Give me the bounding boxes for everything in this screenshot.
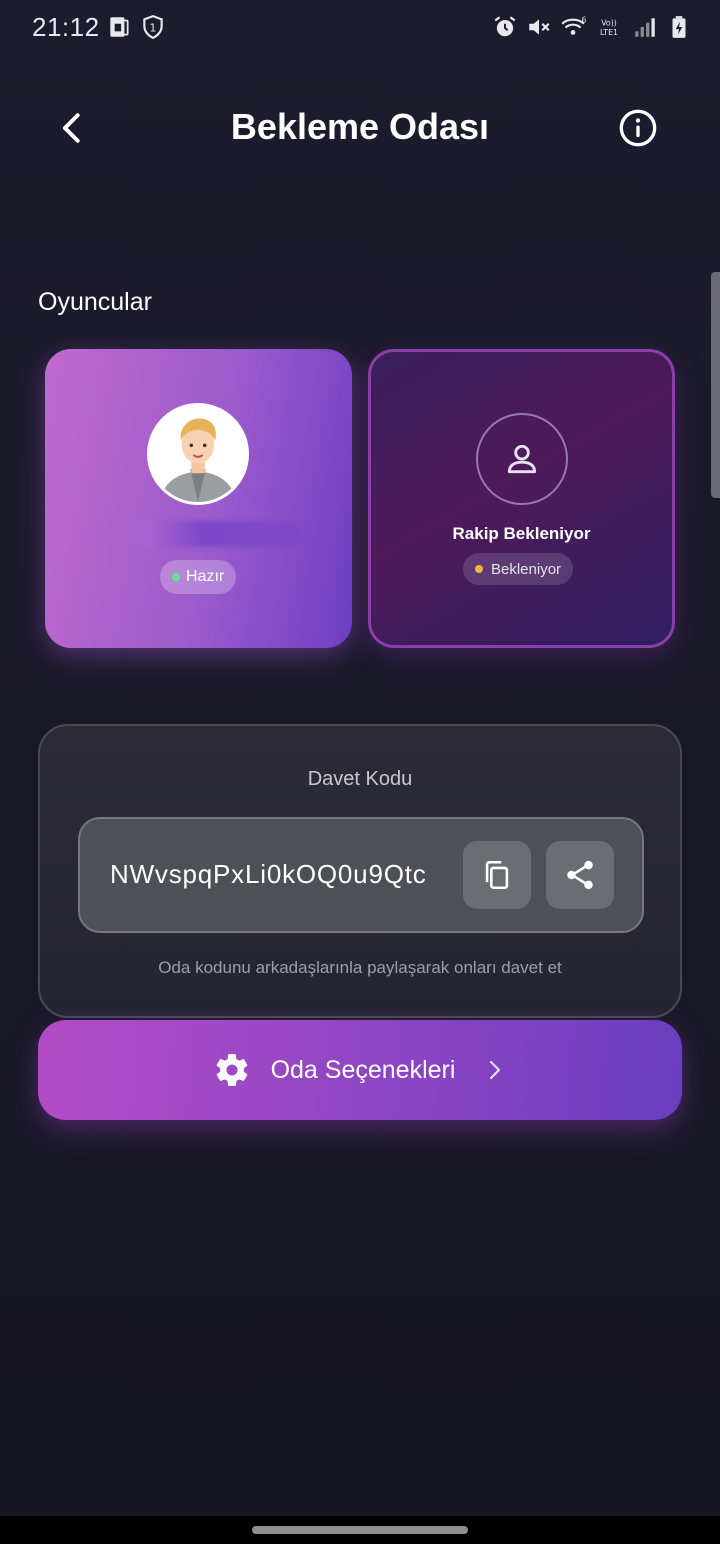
opponent-avatar-placeholder [476,413,568,505]
user-avatar-illustration [150,406,246,502]
gear-icon [213,1051,251,1089]
header: Bekleme Odası [0,90,720,166]
room-options-label: Oda Seçenekleri [270,1055,456,1084]
sim-card-icon [106,14,132,40]
player-card-me: Hazır [45,349,352,648]
svg-text:Vo)): Vo)) [601,18,617,27]
page-title: Bekleme Odası [230,106,490,147]
svg-text:6: 6 [582,16,586,25]
person-outline-icon [507,444,537,474]
battery-charging-icon [666,14,692,40]
mute-icon [526,14,552,40]
invite-code-field: NWvspqPxLi0kOQ0u9Qtc [78,817,644,933]
chevron-right-icon [483,1058,507,1082]
invite-hint: Oda kodunu arkadaşlarınla paylaşarak onl… [158,958,562,977]
status-time: 21:12 [32,12,100,42]
room-options-button[interactable]: Oda Seçenekleri [38,1020,682,1120]
share-button[interactable] [546,841,614,909]
scrollbar[interactable] [711,272,720,498]
status-bar: 21:12 1 6 Vo))LTE1 [0,0,720,56]
status-label: Hazır [186,568,225,585]
avatar [147,403,249,505]
status-badge-ready: Hazır [160,560,237,594]
status-dot-icon [172,573,180,581]
status-badge-waiting: Bekleniyor [463,553,574,585]
copy-icon [485,860,509,890]
opponent-label: Rakip Bekleniyor [452,524,591,543]
info-icon [619,109,657,147]
svg-text:LTE1: LTE1 [600,28,618,37]
copy-button[interactable] [463,841,531,909]
system-nav-bar [0,1516,720,1544]
wifi-icon: 6 [560,14,586,40]
info-button[interactable] [614,104,662,152]
invite-title: Davet Kodu [307,768,413,790]
volte-icon: Vo)) LTE1 [594,14,624,40]
signal-icon [632,14,658,40]
player-card-opponent: Rakip Bekleniyor Bekleniyor [368,349,675,648]
status-label: Bekleniyor [491,560,562,578]
players-section-title: Oyuncular [38,288,152,316]
home-gesture-handle[interactable] [252,1526,468,1534]
invite-code[interactable]: NWvspqPxLi0kOQ0u9Qtc [110,859,427,890]
alarm-icon [492,14,518,40]
player-name-redacted [87,521,302,547]
status-dot-icon [475,565,483,573]
invite-code-panel: Davet Kodu NWvspqPxLi0kOQ0u9Qtc Oda kodu… [38,724,682,1018]
svg-text:1: 1 [150,21,157,34]
vpn-shield-icon: 1 [140,14,166,40]
share-icon [567,860,593,890]
